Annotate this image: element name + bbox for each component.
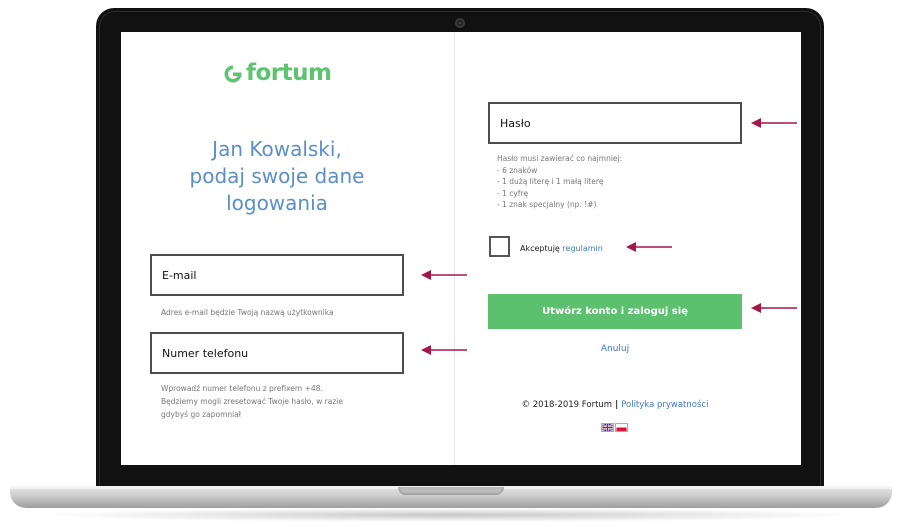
password-rule: - 1 dużą literę i 1 małą literę [497,177,604,186]
title-line: logowania [226,191,328,215]
password-rule: - 6 znaków [497,165,538,175]
laptop-notch [398,487,504,495]
language-switcher [601,423,628,432]
phone-help: Wprowadź numer telefonu z prefixem +48. … [161,382,343,421]
laptop-shadow [40,508,862,522]
cancel-link[interactable]: Anuluj [488,344,742,354]
annotation-arrow-icon [751,303,797,313]
page-title: Jan Kowalski, podaj swoje dane logowania [161,136,393,217]
terms-label: Akceptuję regulamin [520,244,603,253]
password-rules-intro: Hasło musi zawierać co najmniej: [497,154,623,163]
phone-help-line: gdybyś go zapomniał [161,410,241,419]
phone-help-line: Będziemy mogli zresetować Twoje hasło, w… [161,397,343,406]
password-rules: Hasło musi zawierać co najmniej: - 6 zna… [497,153,622,211]
create-account-button[interactable]: Utwórz konto i zaloguj się [488,294,742,329]
panel-divider [454,32,455,465]
email-placeholder: E-mail [162,268,197,282]
email-help: Adres e-mail będzie Twoją nazwą użytkown… [161,308,334,317]
brand-name: fortum [246,60,332,86]
email-field[interactable]: E-mail [150,254,404,296]
annotation-arrow-icon [751,118,797,128]
footer-separator: | [615,400,619,410]
password-rule: - 1 znak specjalny (np. !#) [497,200,597,209]
footer: © 2018-2019 Fortum | Polityka prywatności [488,400,742,410]
phone-field[interactable]: Numer telefonu [150,332,404,374]
terms-link[interactable]: regulamin [562,244,602,253]
phone-help-line: Wprowadź numer telefonu z prefixem +48. [161,384,323,393]
title-line: Jan Kowalski, [212,137,342,161]
pl-flag-icon[interactable] [615,423,628,432]
terms-checkbox[interactable] [489,236,510,257]
fortum-logo-icon [224,65,242,82]
screen: fortum Jan Kowalski, podaj swoje dane lo… [121,32,801,465]
password-rule: - 1 cyfrę [497,188,529,198]
en-flag-icon[interactable] [601,423,614,432]
copyright: © 2018-2019 Fortum [521,400,613,410]
terms-text: Akceptuję [520,244,560,253]
annotation-arrow-icon [421,345,467,355]
phone-placeholder: Numer telefonu [162,346,249,360]
webcam [455,18,465,28]
title-line: podaj swoje dane [189,164,365,188]
fortum-logo: fortum [223,62,332,85]
privacy-link[interactable]: Polityka prywatności [621,400,708,410]
annotation-arrow-icon [626,242,672,252]
password-placeholder: Hasło [500,116,531,130]
password-field[interactable]: Hasło [488,102,742,144]
annotation-arrow-icon [421,270,467,280]
